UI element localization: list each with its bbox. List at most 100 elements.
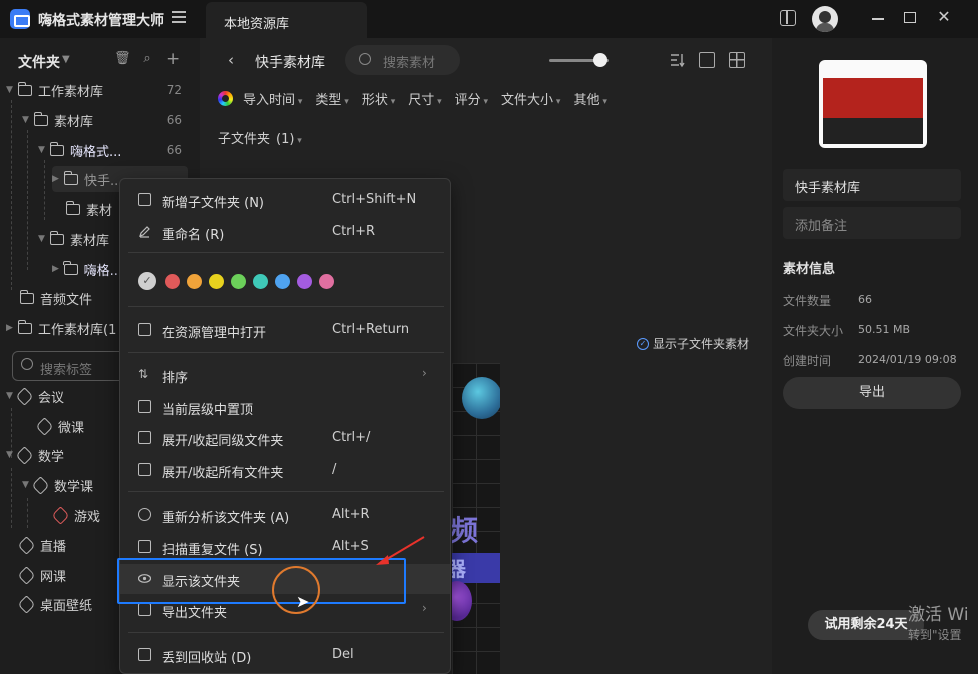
folder-icon [17, 81, 32, 96]
tree-item[interactable]: 素材 [65, 196, 126, 222]
tag-label: 数学 [38, 449, 65, 465]
tree-item[interactable]: ▼ 工作素材库 72 [6, 77, 182, 103]
chevron-right-icon: › [422, 601, 427, 615]
chevron-right-icon[interactable]: ▶ [52, 264, 64, 274]
filter-file-size[interactable]: 文件大小 [501, 89, 560, 108]
filter-size[interactable]: 尺寸 [408, 89, 441, 108]
zoom-slider-handle[interactable] [593, 53, 607, 67]
color-swatch[interactable] [319, 273, 334, 289]
color-swatch[interactable] [231, 273, 246, 289]
filter-import-time[interactable]: 导入时间 [243, 89, 302, 108]
tree-item-label: 工作素材库 [38, 84, 104, 100]
menu-item-toggle-all[interactable]: 展开/收起所有文件夹 / [120, 455, 450, 485]
chevron-right-icon: › [422, 366, 427, 380]
search-icon[interactable]: ⌕ [140, 52, 154, 66]
panel-toggle-icon[interactable] [780, 10, 796, 26]
folder-icon [65, 200, 80, 215]
grid-view-icon[interactable] [729, 52, 745, 68]
add-icon[interactable]: + [166, 51, 180, 68]
tag-icon [51, 505, 70, 525]
filter-bar: 导入时间 类型 形状 尺寸 评分 文件大小 其他 [218, 89, 620, 108]
tree-item-label: 工作素材库(1 [38, 322, 117, 338]
tag-icon [31, 475, 50, 495]
tree-item[interactable]: ▼ 素材库 66 [22, 107, 182, 133]
hamburger-menu-icon[interactable] [172, 11, 186, 23]
minimize-icon[interactable] [872, 18, 884, 20]
app-title: 嗨格式素材管理大师 [38, 13, 164, 29]
chevron-down-icon[interactable]: ▼ [22, 115, 34, 125]
folder-icon [63, 170, 78, 185]
chevron-down-icon[interactable]: ▼ [38, 234, 50, 244]
tree-item-label: 嗨格式... [70, 144, 122, 160]
tag-item[interactable]: ▼ 会议 [6, 383, 126, 409]
menu-item-sort[interactable]: ⇅ 排序 › [120, 360, 450, 390]
subfolder-count: (1) [276, 132, 295, 147]
export-button[interactable]: 导出 [783, 377, 961, 409]
chevron-down-icon[interactable]: ▼ [62, 54, 70, 65]
maximize-icon[interactable] [904, 12, 916, 23]
filter-other[interactable]: 其他 [573, 89, 606, 108]
trial-badge[interactable]: 试用剩余24天 [808, 610, 924, 640]
color-swatch[interactable] [165, 273, 180, 289]
menu-item-move-to-trash[interactable]: 丢到回收站 (D) Del [120, 640, 450, 670]
chevron-down-icon[interactable]: ▼ [38, 145, 50, 155]
back-arrow-icon[interactable]: ‹ [228, 51, 234, 69]
tag-label: 会议 [38, 390, 65, 406]
menu-item-toggle-siblings[interactable]: 展开/收起同级文件夹 Ctrl+/ [120, 423, 450, 453]
title-bar: 嗨格式素材管理大师 本地资源库 ✕ [0, 0, 978, 38]
search-input[interactable]: 搜索素材 [345, 45, 460, 75]
note-field[interactable]: 添加备注 [783, 207, 961, 239]
menu-item-rename[interactable]: 重命名 (R) Ctrl+R [120, 217, 450, 247]
avatar[interactable] [812, 6, 838, 32]
info-value: 2024/01/19 09:08 [858, 353, 957, 366]
sort-icon[interactable] [669, 52, 685, 68]
art-text: 器 [452, 557, 466, 581]
chevron-down-icon[interactable]: ▼ [6, 85, 18, 95]
tree-item[interactable]: ▼ 素材库 [38, 226, 118, 252]
show-subfolder-assets-label: 显示子文件夹素材 [653, 337, 750, 351]
folder-name-field[interactable]: 快手素材库 [783, 169, 961, 201]
tree-item[interactable]: ▶ 嗨格... [52, 256, 122, 282]
filter-type[interactable]: 类型 [315, 89, 348, 108]
tree-item-label: 快手... [84, 173, 123, 189]
tag-label: 游戏 [74, 509, 101, 525]
menu-item-new-subfolder[interactable]: 新增子文件夹 (N) Ctrl+Shift+N [120, 185, 450, 215]
folder-name-value: 快手素材库 [795, 181, 861, 196]
tree-item[interactable]: ▶ 工作素材库(1 [6, 315, 126, 341]
color-swatch[interactable] [187, 273, 202, 289]
folder-icon [19, 289, 34, 304]
chevron-right-icon[interactable]: ▶ [6, 323, 18, 333]
red-arrow-annotation [376, 536, 425, 565]
color-swatch[interactable] [253, 273, 268, 289]
filter-shape[interactable]: 形状 [362, 89, 395, 108]
menu-item-pin-top[interactable]: 当前层级中置顶 [120, 392, 450, 422]
color-swatch[interactable] [209, 273, 224, 289]
menu-item-open-in-explorer[interactable]: 在资源管理中打开 Ctrl+Return [120, 315, 450, 345]
asset-thumbnail[interactable]: 频 器 [452, 363, 500, 674]
color-swatches: ✓ [138, 272, 334, 290]
folder-icon [49, 230, 64, 245]
trash-icon[interactable]: 🗑 [114, 52, 131, 66]
menu-item-reanalyze[interactable]: 重新分析该文件夹 (A) Alt+R [120, 500, 450, 530]
subfolder-header[interactable]: 子文件夹 (1) ▾ [218, 128, 302, 147]
tag-item[interactable]: ▼ 数学 [6, 442, 126, 468]
tree-item[interactable]: ▼ 嗨格式... 66 [38, 137, 182, 163]
scan-icon [138, 540, 151, 553]
chevron-right-icon[interactable]: ▶ [52, 174, 64, 184]
tag-item[interactable]: 微课 [35, 413, 118, 439]
info-title: 素材信息 [783, 262, 836, 277]
expand-siblings-icon [138, 431, 151, 444]
monitor-icon[interactable] [699, 52, 715, 68]
close-icon[interactable]: ✕ [936, 9, 952, 25]
tag-label: 数学课 [54, 479, 94, 495]
color-swatch[interactable] [275, 273, 290, 289]
tree-item-count: 72 [166, 83, 182, 97]
color-filter-icon[interactable] [218, 91, 233, 106]
filter-rating[interactable]: 评分 [455, 89, 488, 108]
tag-icon [17, 565, 36, 585]
activation-watermark-hint: 转到"设置 [908, 628, 962, 642]
show-subfolder-assets-toggle[interactable]: ✓ 显示子文件夹素材 [637, 335, 749, 352]
color-swatch[interactable] [297, 273, 312, 289]
tab-local-library[interactable]: 本地资源库 [206, 2, 367, 38]
no-color-swatch[interactable]: ✓ [138, 272, 156, 290]
